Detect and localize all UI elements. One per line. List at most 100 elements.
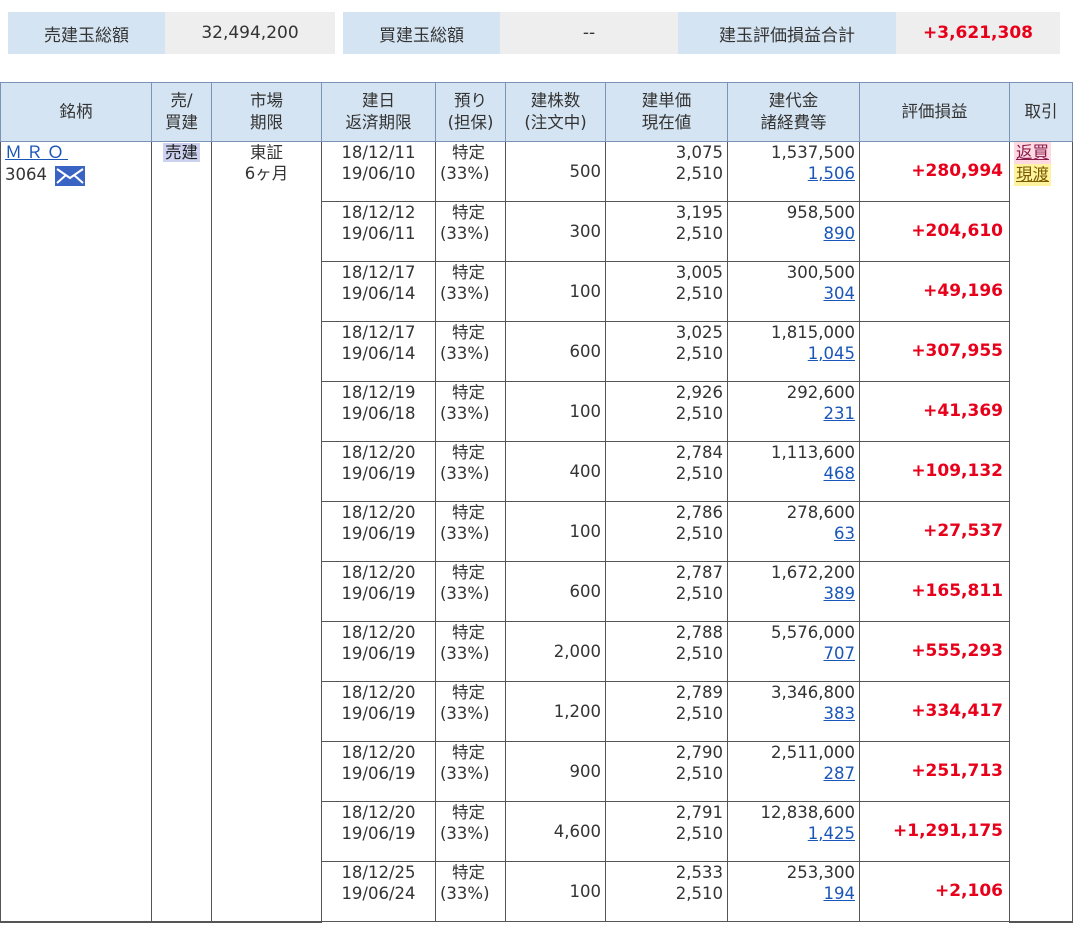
pl-cell: +334,417 — [859, 681, 1010, 742]
header-trade: 取引 — [1009, 82, 1073, 142]
due-date: 19/06/19 — [341, 584, 416, 603]
deposit-type: 特定 — [452, 623, 485, 642]
amount-cell: 1,672,200 389 — [727, 561, 860, 622]
fees-link[interactable]: 707 — [824, 644, 856, 663]
amount-cell: 292,600 231 — [727, 381, 860, 442]
header-deposit: 預り (担保) — [435, 82, 506, 142]
date-cell: 18/12/20 19/06/19 — [321, 501, 436, 562]
header-stock: 銘柄 — [0, 82, 152, 142]
fees-link[interactable]: 63 — [834, 524, 855, 543]
deposit-cell: 特定 (33%) — [435, 141, 506, 202]
current-price: 2,510 — [675, 344, 723, 363]
current-price: 2,510 — [675, 164, 723, 183]
qty-cell: 900 — [505, 741, 606, 802]
fees-link[interactable]: 1,425 — [808, 824, 855, 843]
current-price: 2,510 — [675, 584, 723, 603]
fees-link[interactable]: 1,506 — [808, 164, 855, 183]
date-cell: 18/12/19 19/06/18 — [321, 381, 436, 442]
open-amount: 300,500 — [786, 263, 855, 282]
fees-link[interactable]: 194 — [824, 884, 856, 903]
open-amount: 253,300 — [786, 863, 855, 882]
fees-link[interactable]: 231 — [824, 404, 856, 423]
open-date: 18/12/19 — [341, 383, 416, 402]
open-amount: 958,500 — [786, 203, 855, 222]
deposit-cell: 特定 (33%) — [435, 201, 506, 262]
due-date: 19/06/11 — [341, 224, 416, 243]
open-date: 18/12/20 — [341, 503, 416, 522]
margin-rate: (33%) — [440, 824, 490, 843]
open-date: 18/12/17 — [341, 263, 416, 282]
stock-name-link[interactable]: ＭＲＯ — [5, 143, 68, 163]
deposit-cell: 特定 (33%) — [435, 381, 506, 442]
current-price: 2,510 — [675, 644, 723, 663]
open-price: 2,787 — [675, 563, 723, 582]
due-date: 19/06/19 — [341, 524, 416, 543]
header-price: 建単価 現在値 — [605, 82, 728, 142]
qty-cell: 100 — [505, 861, 606, 922]
amount-cell: 958,500 890 — [727, 201, 860, 262]
qty-cell: 300 — [505, 201, 606, 262]
qty-cell: 500 — [505, 141, 606, 202]
current-price: 2,510 — [675, 884, 723, 903]
margin-rate: (33%) — [440, 284, 490, 303]
qty-cell: 100 — [505, 381, 606, 442]
open-price: 3,005 — [675, 263, 723, 282]
open-amount: 278,600 — [786, 503, 855, 522]
open-date: 18/12/20 — [341, 623, 416, 642]
price-cell: 2,926 2,510 — [605, 381, 728, 442]
header-pl: 評価損益 — [859, 82, 1010, 142]
header-qty: 建株数 (注文中) — [505, 82, 606, 142]
sell-total-value: 32,494,200 — [165, 12, 335, 54]
qty-cell: 4,600 — [505, 801, 606, 862]
deposit-type: 特定 — [452, 203, 485, 222]
fees-link[interactable]: 1,045 — [808, 344, 855, 363]
open-price: 3,195 — [675, 203, 723, 222]
open-amount: 2,511,000 — [771, 743, 855, 762]
price-cell: 2,787 2,510 — [605, 561, 728, 622]
fees-link[interactable]: 468 — [824, 464, 856, 483]
price-cell: 2,790 2,510 — [605, 741, 728, 802]
open-date: 18/12/20 — [341, 443, 416, 462]
fees-link[interactable]: 890 — [824, 224, 856, 243]
buyback-button[interactable]: 返買 — [1014, 142, 1051, 164]
deposit-cell: 特定 (33%) — [435, 621, 506, 682]
fees-link[interactable]: 389 — [824, 584, 856, 603]
trade-cell: 返買 現渡 — [1009, 141, 1073, 923]
price-cell: 2,784 2,510 — [605, 441, 728, 502]
deposit-type: 特定 — [452, 143, 485, 162]
pl-cell: +109,132 — [859, 441, 1010, 502]
positions-table: 銘柄 売/買建 市場 期限 建日 返済期限 預り (担保) 建株数 (注文中) 建単価現… — [0, 82, 1073, 923]
buy-total-value: -- — [500, 12, 678, 54]
fees-link[interactable]: 383 — [824, 704, 856, 723]
current-price: 2,510 — [675, 764, 723, 783]
deposit-type: 特定 — [452, 743, 485, 762]
margin-rate: (33%) — [440, 644, 490, 663]
pl-cell: +555,293 — [859, 621, 1010, 682]
due-date: 19/06/14 — [341, 344, 416, 363]
margin-rate: (33%) — [440, 584, 490, 603]
deposit-cell: 特定 (33%) — [435, 501, 506, 562]
amount-cell: 12,838,600 1,425 — [727, 801, 860, 862]
date-cell: 18/12/20 19/06/19 — [321, 741, 436, 802]
delivery-button[interactable]: 現渡 — [1014, 164, 1051, 186]
pl-cell: +27,537 — [859, 501, 1010, 562]
summary-bar: 売建玉総額 32,494,200 買建玉総額 -- 建玉評価損益合計 +3,62… — [0, 12, 1080, 54]
date-cell: 18/12/20 19/06/19 — [321, 441, 436, 502]
amount-cell: 253,300 194 — [727, 861, 860, 922]
fees-link[interactable]: 287 — [824, 764, 856, 783]
qty-cell: 400 — [505, 441, 606, 502]
current-price: 2,510 — [675, 284, 723, 303]
date-cell: 18/12/17 19/06/14 — [321, 261, 436, 322]
amount-cell: 5,576,000 707 — [727, 621, 860, 682]
fees-link[interactable]: 304 — [824, 284, 856, 303]
open-amount: 1,672,200 — [771, 563, 855, 582]
amount-cell: 1,113,600 468 — [727, 441, 860, 502]
qty-cell: 100 — [505, 261, 606, 322]
date-cell: 18/12/17 19/06/14 — [321, 321, 436, 382]
mail-icon[interactable] — [55, 165, 85, 186]
margin-rate: (33%) — [440, 704, 490, 723]
margin-rate: (33%) — [440, 224, 490, 243]
margin-rate: (33%) — [440, 884, 490, 903]
amount-cell: 278,600 63 — [727, 501, 860, 562]
open-amount: 292,600 — [786, 383, 855, 402]
